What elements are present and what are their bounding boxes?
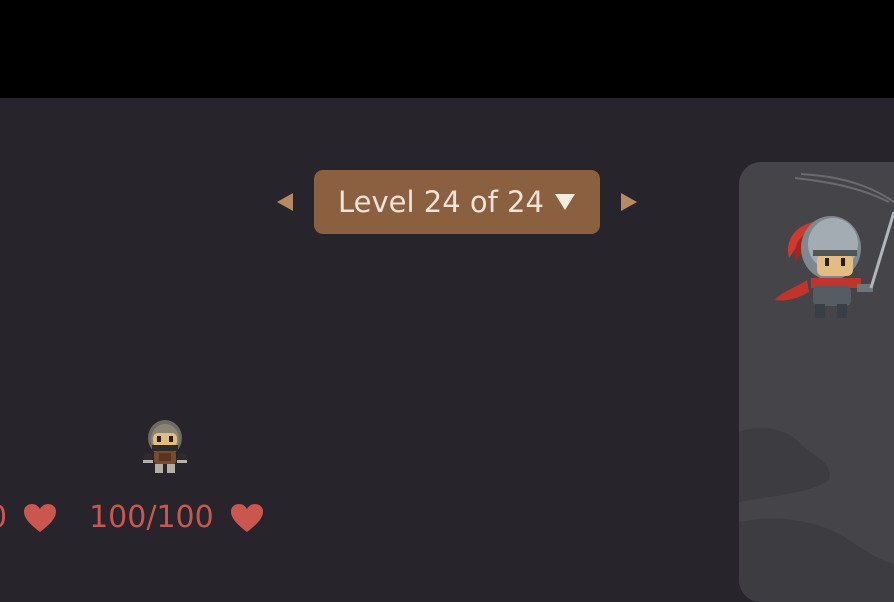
enemy-knight-sprite [773, 172, 894, 322]
heart-icon [23, 503, 57, 533]
heart-icon [230, 503, 264, 533]
hero-health-value: 100/100 [89, 500, 214, 535]
triangle-right-icon [620, 193, 637, 211]
level-label: Level 24 of 24 [338, 185, 544, 219]
level-select-button[interactable]: Level 24 of 24 [314, 170, 600, 234]
caret-down-icon [554, 193, 576, 211]
triangle-left-icon [277, 193, 293, 211]
previous-level-button[interactable] [270, 187, 300, 217]
health-display: 0 100/100 [0, 500, 264, 535]
hero-sprite [139, 418, 191, 474]
top-bar [0, 0, 894, 98]
level-navigation: Level 24 of 24 [270, 170, 644, 234]
left-health-value: 0 [0, 500, 7, 535]
next-level-button[interactable] [614, 187, 644, 217]
